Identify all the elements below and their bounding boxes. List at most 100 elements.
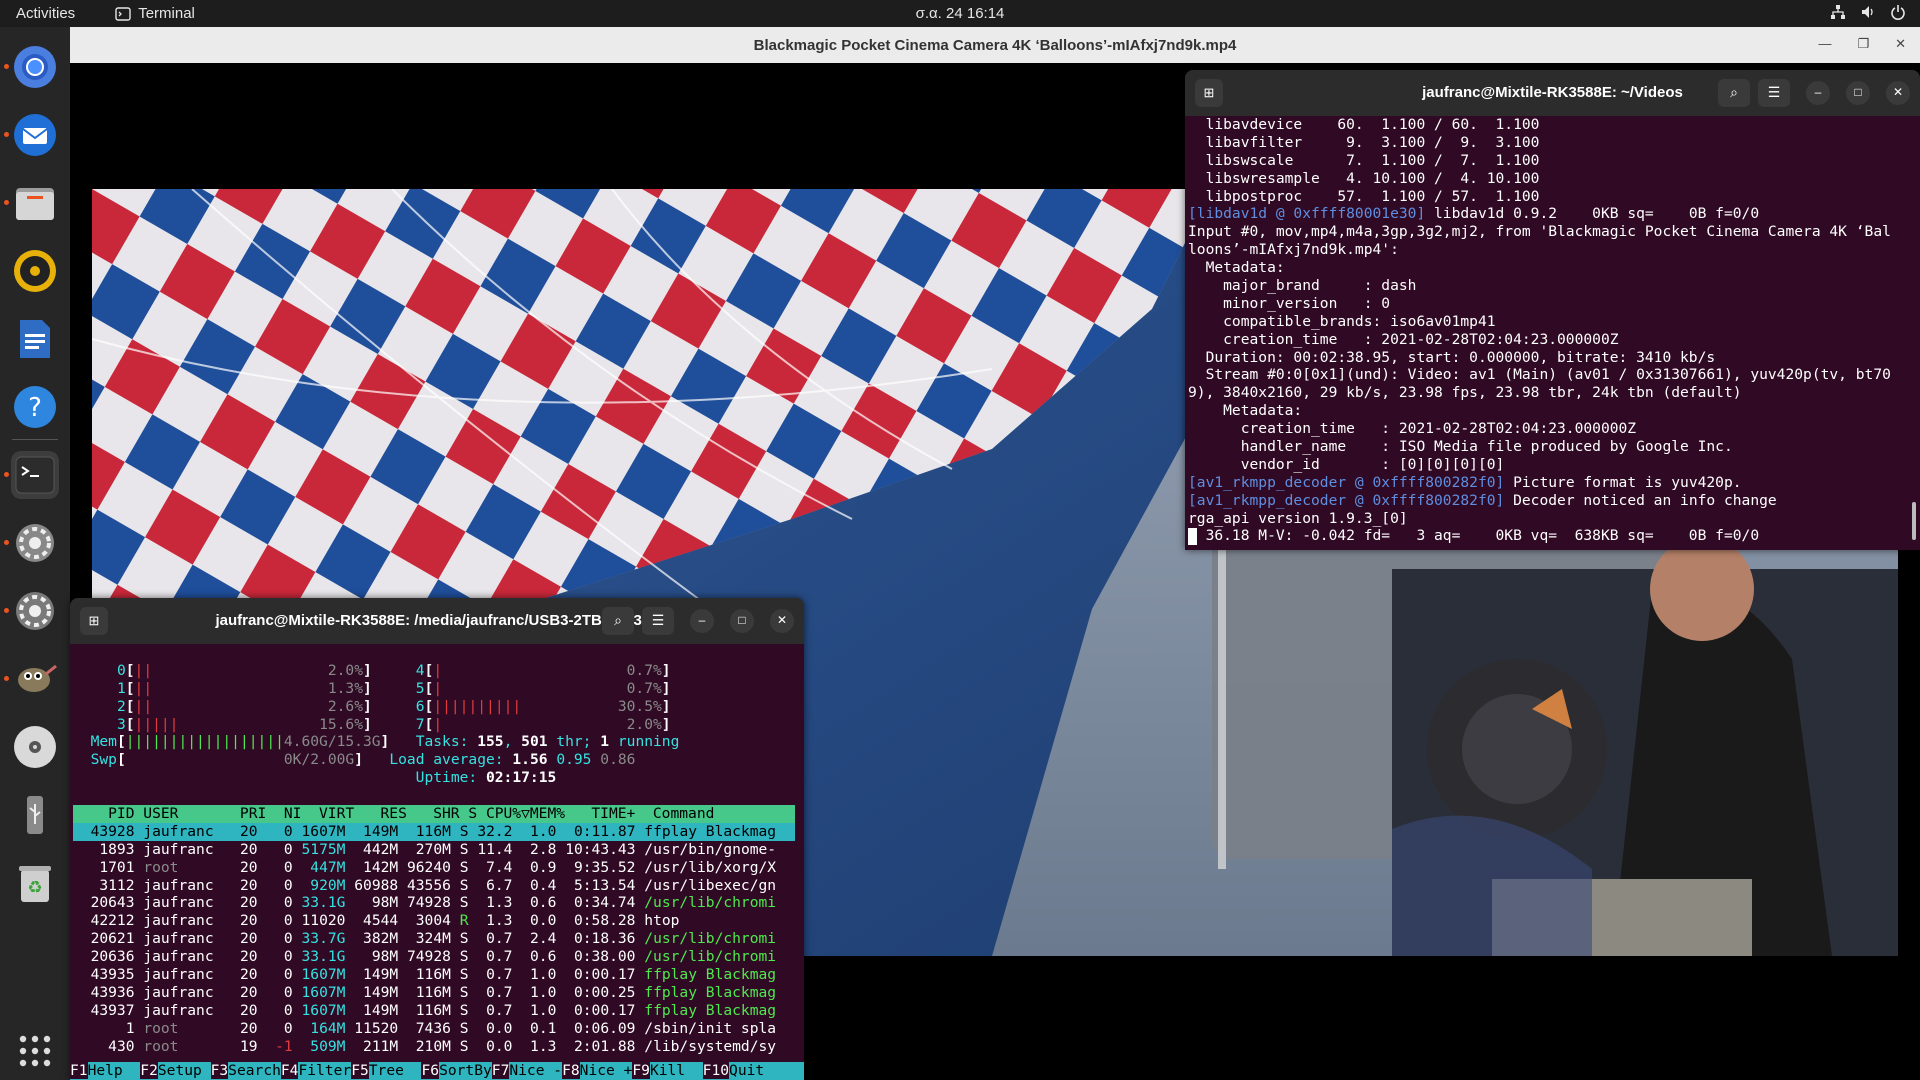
fkey-f7[interactable]: F7 <box>491 1062 510 1080</box>
maximize-icon[interactable]: □ <box>730 609 754 633</box>
process-row[interactable]: 3112 jaufranc 20 0 920M 60988 43556 S 6.… <box>73 877 795 895</box>
files-icon[interactable] <box>11 179 59 227</box>
fkey-f2[interactable]: F2 <box>140 1062 158 1080</box>
process-row[interactable]: 20636 jaufranc 20 0 33.1G 98M 74928 S 0.… <box>73 948 795 966</box>
process-row[interactable]: 1701 root 20 0 447M 142M 96240 S 7.4 0.9… <box>73 859 795 877</box>
disc-icon[interactable] <box>11 723 59 771</box>
libreoffice-writer-icon[interactable] <box>11 315 59 363</box>
meter-bracket: ] <box>380 733 390 751</box>
thunderbird-icon[interactable] <box>11 111 59 159</box>
fkey-f9[interactable]: F9 <box>632 1062 650 1080</box>
cpu-pct: 2.0% <box>626 715 662 733</box>
fkey-label: Help <box>87 1062 141 1080</box>
process-row[interactable]: 1893 jaufranc 20 0 5175M 442M 270M S 11.… <box>73 841 795 859</box>
rhythmbox-icon[interactable] <box>11 247 59 295</box>
process-row[interactable]: 42212 jaufranc 20 0 11020 4544 3004 R 1.… <box>73 912 795 930</box>
settings-icon-2[interactable] <box>11 587 59 635</box>
menu-icon[interactable]: ☰ <box>1758 79 1790 107</box>
cpu-bars: | <box>433 661 443 679</box>
process-shr: 270M <box>415 840 451 858</box>
cpu-meter: 7[| 2.0%] <box>416 716 671 733</box>
clock[interactable]: σ.α. 24 16:14 <box>0 5 1920 22</box>
process-pri: 20 <box>239 1019 258 1037</box>
process-pri: 20 <box>239 858 258 876</box>
minimize-icon[interactable]: – <box>1806 81 1830 105</box>
videos-terminal-output[interactable]: libavdevice 60. 1.100 / 60. 1.100 libavf… <box>1185 116 1920 550</box>
process-row[interactable]: 430 root 19 -1 509M 211M 210M S 0.0 1.3 … <box>73 1038 795 1056</box>
process-row[interactable]: 20621 jaufranc 20 0 33.7G 382M 324M S 0.… <box>73 930 795 948</box>
threads-count: 501 <box>521 733 548 751</box>
process-ni: 0 <box>283 822 293 840</box>
terminal-line: libavfilter 9. 3.100 / 9. 3.100 <box>1188 134 1917 152</box>
scrollbar-thumb[interactable] <box>1912 502 1916 540</box>
process-pri: 20 <box>239 1001 258 1019</box>
new-tab-icon[interactable]: ⊞ <box>80 607 108 635</box>
process-virt: 11020 <box>301 912 346 930</box>
htop-terminal-titlebar[interactable]: ⊞ jaufranc@Mixtile-RK3588E: /media/jaufr… <box>70 598 804 644</box>
process-shr: 74928 <box>406 948 451 966</box>
process-row[interactable]: 43936 jaufranc 20 0 1607M 149M 116M S 0.… <box>73 984 795 1002</box>
minimize-icon[interactable]: — <box>1818 36 1831 52</box>
fkey-f8[interactable]: F8 <box>562 1062 580 1080</box>
trash-icon[interactable]: ♻ <box>11 859 59 907</box>
videos-terminal-window[interactable]: ⊞ jaufranc@Mixtile-RK3588E: ~/Videos ⌕ ☰… <box>1185 70 1920 550</box>
process-row[interactable]: 20643 jaufranc 20 0 33.1G 98M 74928 S 1.… <box>73 894 795 912</box>
fkey-f6[interactable]: F6 <box>421 1062 440 1080</box>
process-row[interactable]: 43935 jaufranc 20 0 1607M 149M 116M S 0.… <box>73 966 795 984</box>
fkey-f10[interactable]: F10 <box>702 1062 730 1080</box>
usb-drive-icon[interactable] <box>11 791 59 839</box>
terminal-icon[interactable] <box>11 451 59 499</box>
log-prefix: [av1_rkmpp_decoder @ 0xffff800282f0] <box>1188 473 1505 491</box>
uptime-row: Uptime: 02:17:15 <box>73 769 801 787</box>
log-prefix: [libdav1d @ 0xffff80001e30] <box>1188 205 1426 223</box>
process-res: 149M <box>363 966 399 984</box>
fkey-f3[interactable]: F3 <box>210 1062 229 1080</box>
cpu-id: 3 <box>116 715 126 733</box>
player-titlebar[interactable]: Blackmagic Pocket Cinema Camera 4K ‘Ball… <box>70 27 1920 63</box>
process-time: 0:34.74 <box>573 894 636 912</box>
videos-terminal-titlebar[interactable]: ⊞ jaufranc@Mixtile-RK3588E: ~/Videos ⌕ ☰… <box>1185 70 1920 116</box>
gimp-icon[interactable] <box>11 655 59 703</box>
process-s: S <box>459 894 469 912</box>
maximize-icon[interactable]: ❐ <box>1857 36 1869 52</box>
process-user: root <box>143 1019 179 1037</box>
search-icon[interactable]: ⌕ <box>1718 79 1750 107</box>
process-ni: 0 <box>283 966 293 984</box>
process-shr: 43556 <box>406 876 451 894</box>
fkey-f4[interactable]: F4 <box>280 1062 299 1080</box>
close-icon[interactable]: ✕ <box>770 609 794 633</box>
running-indicator <box>4 472 9 477</box>
menu-icon[interactable]: ☰ <box>642 607 674 635</box>
system-tray[interactable] <box>1830 4 1906 20</box>
show-apps-icon[interactable] <box>11 1027 59 1075</box>
process-row[interactable]: 43937 jaufranc 20 0 1607M 149M 116M S 0.… <box>73 1002 795 1020</box>
minimize-icon[interactable]: – <box>690 609 714 633</box>
terminal-line: [libdav1d @ 0xffff80001e30] libdav1d 0.9… <box>1188 205 1917 223</box>
close-icon[interactable]: ✕ <box>1895 36 1906 52</box>
process-table-header: PID USER PRI NI VIRT RES SHR S CPU%▽MEM%… <box>73 805 795 823</box>
activities-button[interactable]: Activities <box>16 5 75 22</box>
settings-icon[interactable] <box>11 519 59 567</box>
maximize-icon[interactable]: □ <box>1846 81 1870 105</box>
terminal-line: libavdevice 60. 1.100 / 60. 1.100 <box>1188 116 1917 134</box>
app-menu[interactable]: Terminal <box>115 5 195 22</box>
chromium-icon[interactable] <box>11 43 59 91</box>
process-ni: 0 <box>283 858 293 876</box>
process-pri: 20 <box>239 948 258 966</box>
terminal-line: 9), 3840x2160, 29 kb/s, 23.98 fps, 23.98… <box>1188 384 1917 402</box>
process-pri: 20 <box>239 894 258 912</box>
process-row[interactable]: 1 root 20 0 164M 11520 7436 S 0.0 0.1 0:… <box>73 1020 795 1038</box>
new-tab-icon[interactable]: ⊞ <box>1195 79 1223 107</box>
close-icon[interactable]: ✕ <box>1886 81 1910 105</box>
fkey-f1[interactable]: F1 <box>70 1062 88 1080</box>
htop-terminal-window[interactable]: ⊞ jaufranc@Mixtile-RK3588E: /media/jaufr… <box>70 598 804 1080</box>
terminal-line: Duration: 00:02:38.95, start: 0.000000, … <box>1188 349 1917 367</box>
htop-output[interactable]: 0[|| 2.0%] 4[| 0.7%] 1[|| 1.3%] 5[| 0.7%… <box>70 644 804 1080</box>
search-icon[interactable]: ⌕ <box>602 607 634 635</box>
process-user: jaufranc <box>143 983 214 1001</box>
process-row[interactable]: 43928 jaufranc 20 0 1607M 149M 116M S 32… <box>73 822 795 841</box>
fkey-f5[interactable]: F5 <box>351 1062 369 1080</box>
terminal-line: vendor_id : [0][0][0][0] <box>1188 456 1917 474</box>
help-icon[interactable]: ? <box>11 383 59 431</box>
